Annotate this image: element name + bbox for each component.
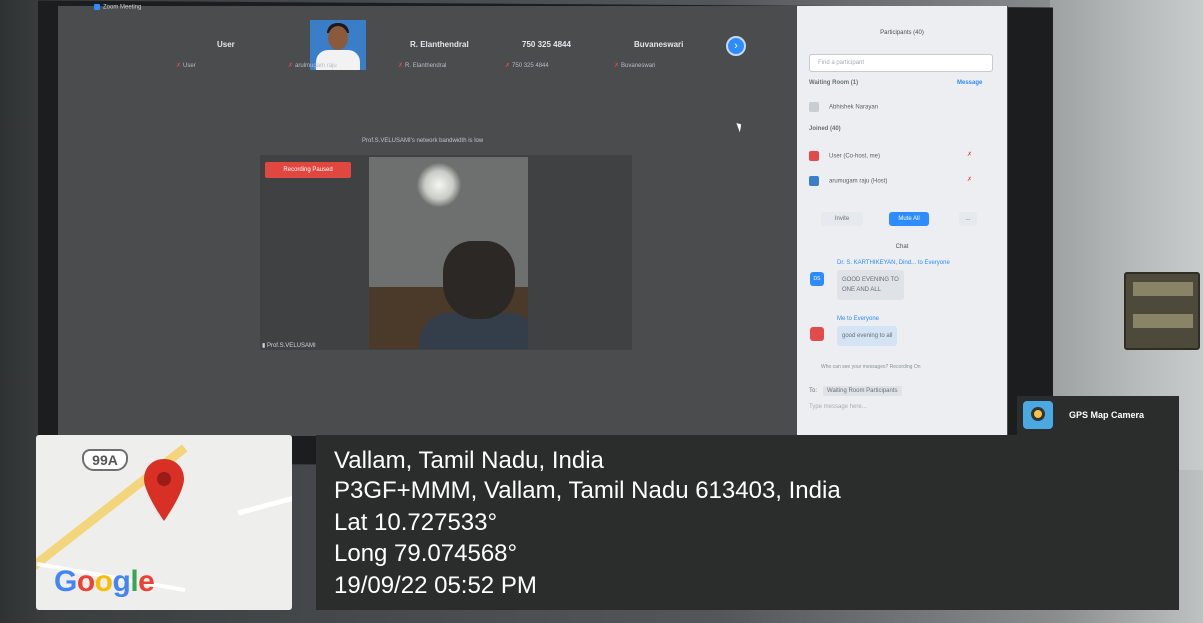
ceiling-light xyxy=(417,163,461,207)
timestamp: 19/09/22 05:52 PM xyxy=(334,572,537,599)
chat-visibility-note[interactable]: Who can see your messages? Recording On xyxy=(821,364,921,370)
logo-letter: g xyxy=(112,565,131,598)
speaker-video[interactable] xyxy=(369,157,528,349)
strip-tile-name[interactable]: User xyxy=(217,40,235,49)
strip-label-text: arulmugam raju xyxy=(295,63,337,69)
joined-label[interactable]: Joined (40) xyxy=(809,126,841,132)
invite-button[interactable]: Invite xyxy=(821,212,863,226)
strip-tile-name[interactable]: R. Elanthendral xyxy=(410,40,469,49)
participants-chat-panel: Participants (40) Find a participant Wai… xyxy=(797,6,1007,446)
mic-muted-icon: ✗ xyxy=(288,63,294,69)
strip-label-text: Buvaneswari xyxy=(621,63,656,69)
lens xyxy=(1031,407,1045,421)
strip-tile-name[interactable]: 750 325 4844 xyxy=(522,40,571,49)
zoom-title-text: Zoom Meeting xyxy=(103,4,142,11)
chat-title: Chat xyxy=(895,244,909,250)
waiting-room-label[interactable]: Waiting Room (1) xyxy=(809,80,858,86)
chat-sender: Me to Everyone xyxy=(837,316,880,322)
mute-all-button[interactable]: Mute All xyxy=(889,212,929,226)
logo-letter: l xyxy=(130,565,139,598)
chat-message[interactable]: good evening to all xyxy=(837,326,898,346)
map-pin-icon xyxy=(144,459,184,521)
strip-tile-name[interactable]: Buvaneswari xyxy=(634,40,683,49)
zoom-window-title: Zoom Meeting xyxy=(94,4,141,11)
avatar xyxy=(810,327,824,341)
wall-switchboard xyxy=(1124,272,1200,350)
message-link[interactable]: Message xyxy=(957,80,982,86)
participant-name: arumugam raju (Host) xyxy=(829,178,888,185)
place-name: Vallam, Tamil Nadu, India xyxy=(334,447,604,474)
strip-tile-label: ✗ arulmugam raju xyxy=(288,62,337,69)
logo-letter: G xyxy=(54,565,77,598)
chat-message-line: good evening to all xyxy=(842,333,893,339)
speaker-name-label: ▮ Prof.S.VELUSAMI xyxy=(262,343,316,349)
logo-letter: e xyxy=(138,565,155,598)
chat-recipient[interactable]: To: Waiting Room Participants xyxy=(809,386,902,396)
switch-row xyxy=(1133,282,1193,296)
participant-row[interactable]: User (Co-host, me) xyxy=(809,151,880,161)
strip-label-text: R. Elanthendral xyxy=(405,63,447,69)
strip-tile-label: ✗ Buvaneswari xyxy=(614,62,655,69)
map-road xyxy=(237,479,292,516)
avatar xyxy=(809,176,819,186)
speaker-person xyxy=(419,237,528,349)
participant-row[interactable]: arumugam raju (Host) xyxy=(809,176,887,186)
avatar xyxy=(809,151,819,161)
more-options-button[interactable]: ... xyxy=(959,212,977,226)
speaker-name-text: Prof.S.VELUSAMI xyxy=(266,343,316,349)
avatar: DS xyxy=(810,272,824,286)
full-address: P3GF+MMM, Vallam, Tamil Nadu 613403, Ind… xyxy=(334,477,841,504)
mic-muted-icon: ✗ xyxy=(505,63,511,69)
chat-to-label: To: xyxy=(809,388,818,394)
mic-muted-icon[interactable]: ✗ xyxy=(967,151,972,158)
gps-map-camera-badge: GPS Map Camera xyxy=(1017,396,1179,435)
chat-sender: Dr. S. KARTHIKEYAN, Dind... to Everyone xyxy=(837,260,950,266)
longitude: Long 79.074568° xyxy=(334,540,518,567)
mic-muted-icon[interactable]: ✗ xyxy=(967,176,972,183)
logo-letter: o xyxy=(76,565,95,598)
bandwidth-notice: Prof.S.VELUSAMI's network bandwidth is l… xyxy=(362,138,484,144)
thumb-face xyxy=(328,26,348,50)
strip-tile-label: ✗ 750 325 4844 xyxy=(505,62,549,69)
speaker-head xyxy=(443,241,515,319)
switch-row xyxy=(1133,314,1193,328)
participant-search-input[interactable]: Find a participant xyxy=(809,54,993,72)
participants-title: Participants (40) xyxy=(880,30,924,36)
mic-muted-icon: ✗ xyxy=(398,63,404,69)
strip-tile-label: ✗ R. Elanthendral xyxy=(398,62,446,69)
highway-shield: 99A xyxy=(82,449,128,471)
camera-lens-icon xyxy=(1023,401,1053,429)
mic-muted-icon: ✗ xyxy=(614,63,620,69)
zoom-app-icon xyxy=(94,4,100,10)
chat-message[interactable]: GOOD EVENING TO ONE AND ALL xyxy=(837,270,904,300)
participant-name: User (Co-host, me) xyxy=(829,153,881,160)
strip-label-text: User xyxy=(183,63,196,69)
recording-paused-badge[interactable]: Recording Paused xyxy=(265,162,351,178)
chevron-right-icon[interactable]: › xyxy=(726,36,746,56)
gps-app-label: GPS Map Camera xyxy=(1069,410,1145,420)
avatar xyxy=(809,102,819,112)
google-logo: Google xyxy=(54,565,155,599)
location-map: 99A Google xyxy=(36,435,292,610)
chat-message-line: GOOD EVENING TO xyxy=(842,277,899,283)
chat-recipient-select[interactable]: Waiting Room Participants xyxy=(823,386,902,396)
waiting-participant-name: Abhishek Narayan xyxy=(829,104,879,111)
latitude: Lat 10.727533° xyxy=(334,509,498,536)
logo-letter: o xyxy=(94,565,113,598)
mic-muted-icon: ✗ xyxy=(176,63,182,69)
chat-message-input[interactable]: Type message here... xyxy=(809,404,867,410)
waiting-participant[interactable]: Abhishek Narayan xyxy=(809,102,878,112)
location-info-panel: Vallam, Tamil Nadu, India P3GF+MMM, Vall… xyxy=(316,435,1179,610)
strip-tile-label: ✗ User xyxy=(176,62,196,69)
strip-label-text: 750 325 4844 xyxy=(512,63,549,69)
chat-message-line: ONE AND ALL xyxy=(842,287,882,293)
